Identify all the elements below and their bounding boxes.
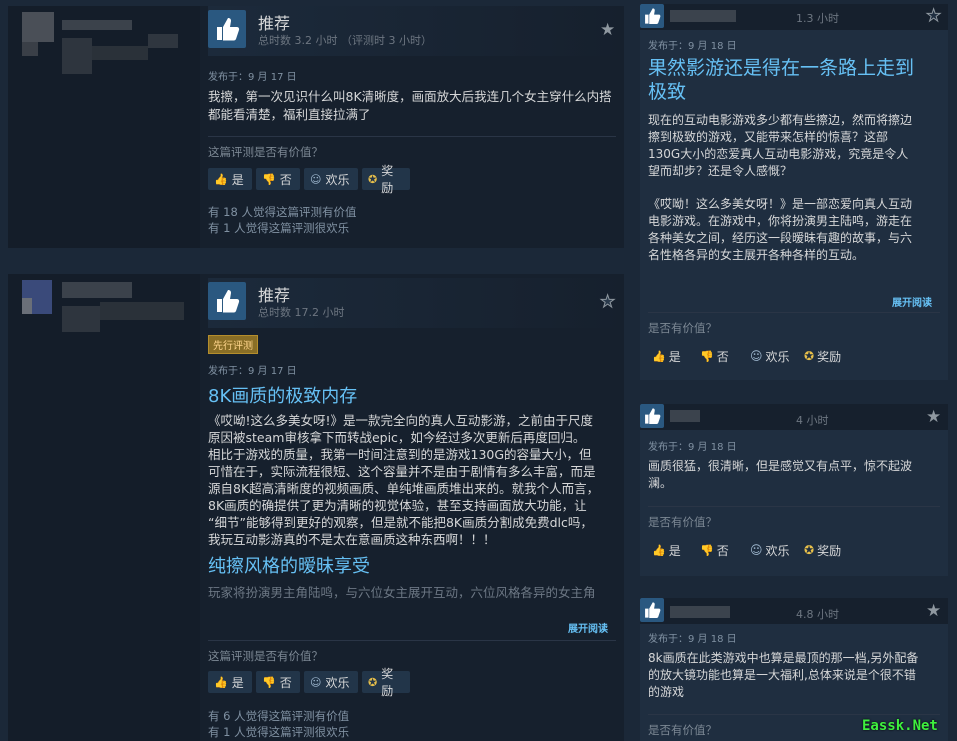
author-panel (8, 6, 200, 248)
playtime: 总时数 3.2 小时 （评测时 3 小时） (258, 34, 432, 47)
helpful-question: 是否有价值？ (648, 321, 717, 335)
award-icon: ✪ (804, 543, 815, 557)
post-date: 发布于：9 月 18 日 (648, 41, 737, 52)
review-card: 推荐 总时数 17.2 小时 ★ 先行评测 发布于：9 月 17 日 8K画质的… (8, 274, 624, 741)
divider (648, 714, 940, 715)
thumbs-up-icon (208, 10, 246, 48)
review-text: 画质很猛，很清晰，但是感觉又有点平，惊不起波 澜。 (648, 459, 913, 490)
review-text: 我擦，第一次见识什么叫8K清晰度，画面放大后我连几个女主穿什么内搭都能看清楚，福… (208, 89, 612, 122)
thumbs-up-icon (640, 404, 664, 428)
funny-count: 有 1 人觉得这篇评测很欢乐 (208, 221, 350, 235)
playtime: 4 小时 (796, 414, 829, 427)
playtime: 1.3 小时 (796, 12, 839, 25)
thumbs-up-icon (640, 4, 664, 28)
side-review-header: 4 小时 ★ (640, 404, 948, 430)
post-date: 发布于：9 月 17 日 (208, 72, 297, 83)
helpful-question: 这篇评测是否有价值？ (208, 145, 323, 159)
verdict-title: 推荐 (258, 14, 291, 33)
vote-funny-button[interactable]: ☺ 欢乐 (750, 540, 790, 560)
thumbs-up-icon: 👍 (214, 172, 228, 186)
review-text: 8k画质在此类游戏中也算是最顶的那一档,另外配备 的放大镜功能也算是一大福利,总… (648, 651, 919, 699)
thumbs-up-icon: 👍 (652, 543, 666, 557)
award-icon: ✪ (368, 172, 378, 186)
vote-no-button[interactable]: 👎 否 (700, 540, 729, 560)
vote-no-button[interactable]: 👎 否 (256, 168, 300, 190)
divider (648, 312, 940, 313)
thumbs-down-icon: 👎 (700, 349, 714, 363)
vote-yes-button[interactable]: 👍 是 (652, 346, 681, 366)
review-text: 现在的互动电影游戏多少都有些擦边，然而将擦边 擦到极致的游戏，又能带来怎样的惊喜… (648, 113, 913, 178)
helpful-question: 是否有价值？ (648, 515, 717, 529)
vote-yes-button[interactable]: 👍 是 (208, 671, 252, 693)
thumbs-up-icon: 👍 (214, 675, 228, 689)
divider (648, 506, 940, 507)
faded-text: 玩家将扮演男主角陆鸣，与六位女主展开互动，六位风格各异的女主角 (208, 585, 596, 600)
helpful-count: 有 6 人觉得这篇评测有价值 (208, 709, 350, 723)
side-review-card: 4 小时 ★ 发布于：9 月 18 日 画质很猛，很清晰，但是感觉又有点平，惊不… (640, 404, 948, 576)
author-name[interactable] (670, 606, 730, 618)
star-icon[interactable]: ★ (600, 20, 615, 40)
author-name[interactable] (670, 410, 700, 422)
helpful-count: 有 18 人觉得这篇评测有价值 (208, 205, 357, 219)
review-card: 推荐 总时数 3.2 小时 （评测时 3 小时） ★ 发布于：9 月 17 日 … (8, 6, 624, 248)
review-text: 《哎呦!这么多美女呀!》是一款完全向的真人互动影游，之前由于尺度 原因被stea… (208, 413, 600, 547)
vote-yes-button[interactable]: 👍 是 (652, 540, 681, 560)
thumbs-up-icon (640, 598, 664, 622)
review-title: 果然影游还是得在一条路上走到 极致 (648, 57, 915, 103)
helpful-question: 是否有价值？ (648, 723, 717, 737)
section-heading: 8K画质的极致内存 (208, 386, 358, 407)
award-icon: ✪ (804, 349, 815, 363)
side-review-card: 1.3 小时 ★ 发布于：9 月 18 日 果然影游还是得在一条路上走到 极致 … (640, 4, 948, 380)
side-review-header: 1.3 小时 ★ (640, 4, 948, 30)
vote-no-button[interactable]: 👎 否 (256, 671, 300, 693)
award-button[interactable]: ✪ 奖励 (362, 667, 410, 698)
vote-funny-button[interactable]: ☺ 欢乐 (304, 168, 358, 190)
vote-no-button[interactable]: 👎 否 (700, 346, 729, 366)
early-access-badge: 先行评测 (208, 335, 258, 354)
post-date: 发布于：9 月 18 日 (648, 634, 737, 645)
divider (208, 136, 616, 137)
divider (208, 640, 616, 641)
author-panel (8, 274, 200, 741)
thumbs-down-icon: 👎 (262, 675, 276, 689)
post-date: 发布于：9 月 17 日 (208, 366, 297, 377)
verdict-title: 推荐 (258, 286, 291, 305)
expand-link[interactable]: 展开阅读 (568, 620, 608, 635)
smile-icon: ☺ (750, 543, 763, 557)
smile-icon: ☺ (310, 675, 322, 689)
avatar[interactable] (22, 12, 54, 42)
author-name[interactable] (670, 10, 736, 22)
playtime: 4.8 小时 (796, 608, 839, 621)
thumbs-up-icon (208, 282, 246, 320)
thumbs-down-icon: 👎 (262, 172, 276, 186)
star-icon[interactable]: ★ (925, 6, 941, 27)
author-name[interactable] (62, 20, 132, 30)
verdict-bar: 推荐 总时数 3.2 小时 （评测时 3 小时） ★ (208, 6, 624, 56)
post-date: 发布于：9 月 18 日 (648, 442, 737, 453)
funny-count: 有 1 人觉得这篇评测很欢乐 (208, 725, 350, 739)
verdict-bar: 推荐 总时数 17.2 小时 ★ (208, 278, 624, 328)
review-text: 《哎呦！这么多美女呀！》是一部恋爱向真人互动 电影游戏。在游戏中，你将扮演男主陆… (648, 197, 913, 262)
expand-link[interactable]: 展开阅读 (892, 294, 932, 309)
vote-funny-button[interactable]: ☺ 欢乐 (750, 346, 790, 366)
playtime: 总时数 17.2 小时 (258, 306, 345, 319)
watermark: Eassk.Net (862, 718, 938, 734)
thumbs-down-icon: 👎 (700, 543, 714, 557)
star-icon[interactable]: ★ (926, 407, 941, 427)
star-icon[interactable]: ★ (926, 601, 941, 621)
award-button[interactable]: ✪ 奖励 (362, 164, 410, 195)
star-icon[interactable]: ★ (599, 292, 615, 313)
smile-icon: ☺ (750, 349, 763, 363)
thumbs-up-icon: 👍 (652, 349, 666, 363)
smile-icon: ☺ (310, 172, 322, 186)
vote-funny-button[interactable]: ☺ 欢乐 (304, 671, 358, 693)
award-button[interactable]: ✪ 奖励 (804, 346, 841, 366)
section-heading: 纯擦风格的暧昧享受 (208, 556, 370, 577)
award-button[interactable]: ✪ 奖励 (804, 540, 841, 560)
award-icon: ✪ (368, 675, 378, 689)
author-name[interactable] (62, 282, 132, 298)
side-review-header: 4.8 小时 ★ (640, 598, 948, 624)
helpful-question: 这篇评测是否有价值？ (208, 649, 323, 663)
vote-yes-button[interactable]: 👍 是 (208, 168, 252, 190)
